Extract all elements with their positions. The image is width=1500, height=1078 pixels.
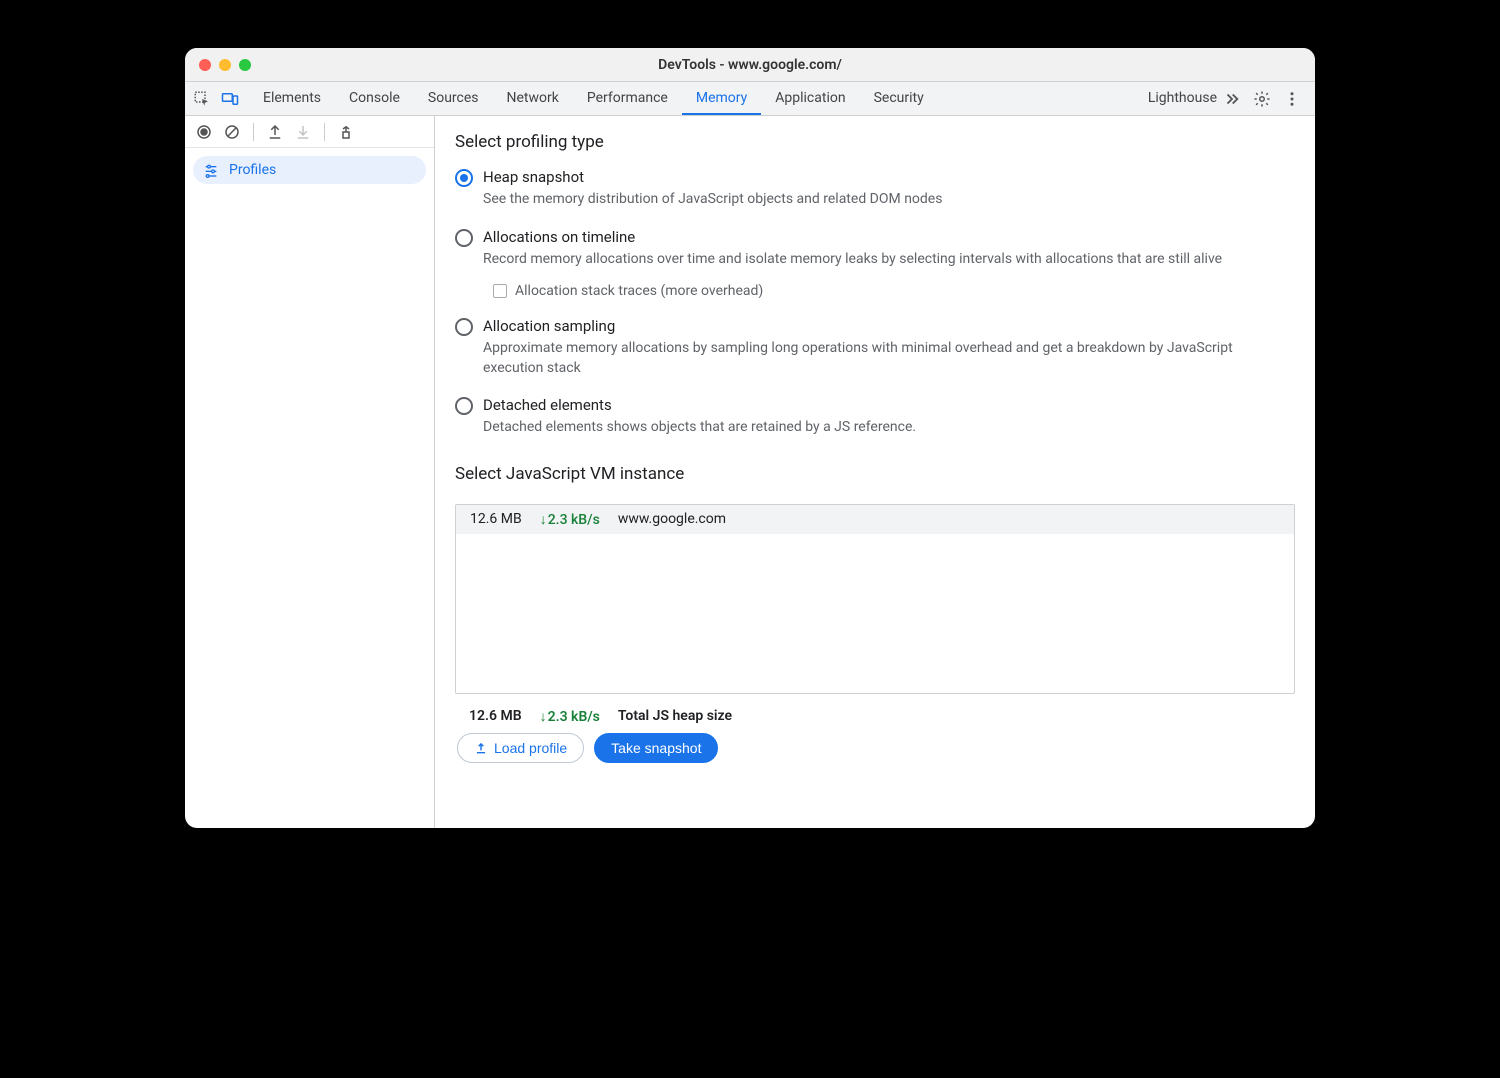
option-allocation-sampling[interactable]: Allocation sampling Approximate memory a…: [455, 317, 1295, 378]
minimize-button[interactable]: [219, 59, 231, 71]
button-label: Take snapshot: [611, 740, 701, 756]
tab-network[interactable]: Network: [493, 82, 573, 115]
footer-buttons: Load profile Take snapshot: [455, 733, 1295, 763]
upload-icon: [474, 741, 488, 755]
load-profile-button[interactable]: Load profile: [457, 733, 584, 763]
tab-sources[interactable]: Sources: [414, 82, 493, 115]
option-allocations-timeline[interactable]: Allocations on timeline Record memory al…: [455, 228, 1295, 300]
sliders-icon: [203, 162, 219, 178]
vm-size: 12.6 MB: [470, 511, 522, 527]
profiling-heading: Select profiling type: [455, 132, 1295, 152]
option-detached-elements[interactable]: Detached elements Detached elements show…: [455, 396, 1295, 438]
option-title: Heap snapshot: [483, 168, 942, 186]
tab-application[interactable]: Application: [761, 82, 859, 115]
maximize-button[interactable]: [239, 59, 251, 71]
option-title: Allocations on timeline: [483, 228, 1222, 246]
devtools-window: DevTools - www.google.com/ Elements Cons…: [185, 48, 1315, 828]
close-button[interactable]: [199, 59, 211, 71]
total-size: 12.6 MB: [469, 708, 522, 724]
traffic-lights: [185, 59, 251, 71]
tab-security[interactable]: Security: [860, 82, 938, 115]
sidebar-toolbar: [185, 116, 434, 148]
titlebar: DevTools - www.google.com/: [185, 48, 1315, 82]
device-toggle-icon[interactable]: [221, 90, 239, 108]
total-heap-stats: 12.6 MB 2.3 kB/s Total JS heap size: [455, 694, 1295, 733]
option-title: Detached elements: [483, 396, 916, 414]
settings-gear-icon[interactable]: [1253, 90, 1271, 108]
tab-memory[interactable]: Memory: [682, 82, 761, 115]
vm-rate: 2.3 kB/s: [540, 511, 600, 528]
radio-heap-snapshot[interactable]: [455, 169, 473, 187]
option-heap-snapshot[interactable]: Heap snapshot See the memory distributio…: [455, 168, 1295, 210]
radio-allocations-timeline[interactable]: [455, 229, 473, 247]
checkbox-stack-traces[interactable]: [493, 284, 507, 298]
tab-lighthouse[interactable]: Lighthouse: [1134, 82, 1223, 115]
more-tabs-icon[interactable]: [1223, 90, 1241, 108]
option-title: Allocation sampling: [483, 317, 1295, 335]
clear-icon[interactable]: [223, 123, 241, 141]
tab-elements[interactable]: Elements: [249, 82, 335, 115]
total-label: Total JS heap size: [618, 708, 732, 724]
total-rate: 2.3 kB/s: [540, 708, 600, 725]
collect-garbage-icon[interactable]: [337, 123, 355, 141]
kebab-menu-icon[interactable]: [1283, 90, 1301, 108]
option-desc: Detached elements shows objects that are…: [483, 418, 916, 438]
sub-option-label: Allocation stack traces (more overhead): [515, 283, 763, 299]
button-label: Load profile: [494, 740, 567, 756]
take-snapshot-button[interactable]: Take snapshot: [594, 733, 718, 763]
option-desc: See the memory distribution of JavaScrip…: [483, 190, 942, 210]
vm-host: www.google.com: [618, 511, 726, 527]
sub-option-stack-traces[interactable]: Allocation stack traces (more overhead): [493, 283, 1222, 299]
radio-detached-elements[interactable]: [455, 397, 473, 415]
tab-console[interactable]: Console: [335, 82, 414, 115]
sidebar: Profiles: [185, 116, 435, 828]
panel-tabs: Elements Console Sources Network Perform…: [249, 82, 1223, 115]
option-desc: Approximate memory allocations by sampli…: [483, 339, 1295, 378]
tab-bar: Elements Console Sources Network Perform…: [185, 82, 1315, 116]
download-icon[interactable]: [294, 123, 312, 141]
upload-icon[interactable]: [266, 123, 284, 141]
vm-instance-row[interactable]: 12.6 MB 2.3 kB/s www.google.com: [456, 505, 1294, 534]
sidebar-item-label: Profiles: [229, 162, 276, 178]
radio-allocation-sampling[interactable]: [455, 318, 473, 336]
sidebar-item-profiles[interactable]: Profiles: [193, 156, 426, 184]
tab-performance[interactable]: Performance: [573, 82, 682, 115]
record-icon[interactable]: [195, 123, 213, 141]
main-area: Profiles Select profiling type Heap snap…: [185, 116, 1315, 828]
content-panel: Select profiling type Heap snapshot See …: [435, 116, 1315, 828]
vm-heading: Select JavaScript VM instance: [455, 464, 1295, 484]
option-desc: Record memory allocations over time and …: [483, 250, 1222, 270]
inspect-element-icon[interactable]: [193, 90, 211, 108]
window-title: DevTools - www.google.com/: [185, 57, 1315, 73]
vm-instance-list: 12.6 MB 2.3 kB/s www.google.com: [455, 504, 1295, 694]
